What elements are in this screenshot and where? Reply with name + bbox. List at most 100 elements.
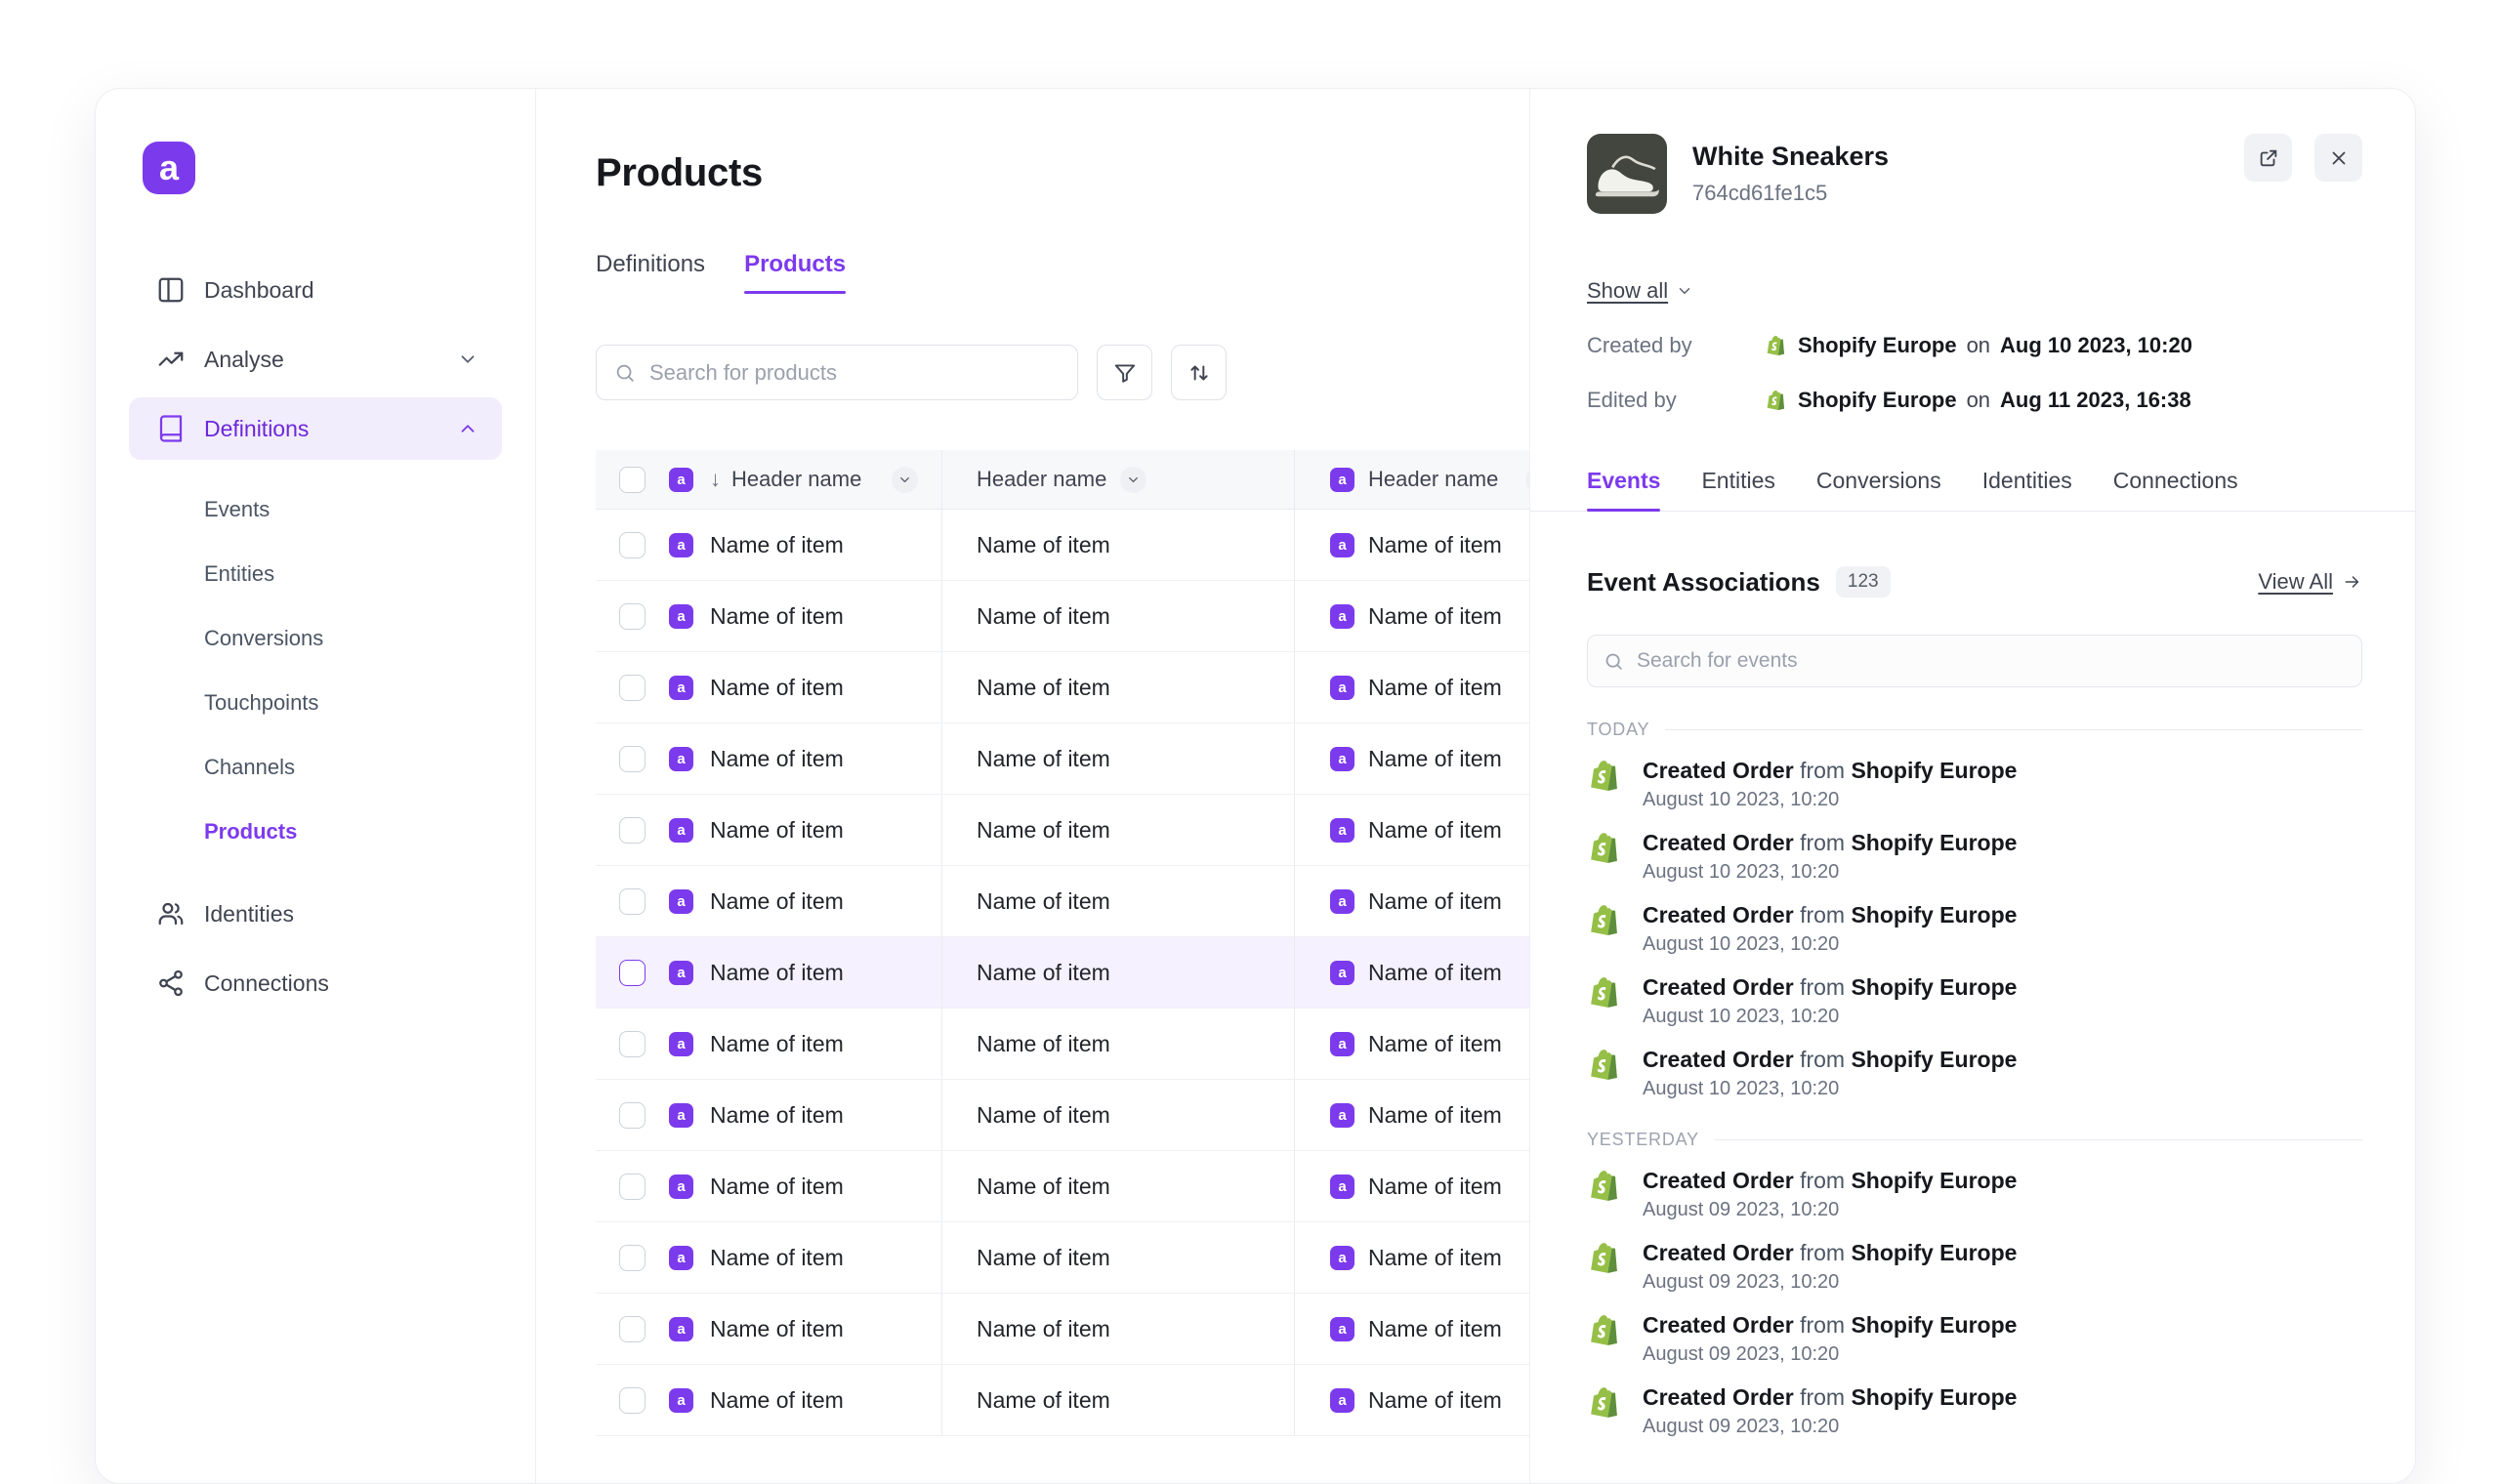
row-checkbox[interactable]: [619, 1316, 646, 1342]
products-search-input[interactable]: [649, 360, 1060, 386]
events-search: [1587, 635, 2362, 687]
cell-value: Name of item: [977, 1031, 1110, 1057]
cell-value: Name of item: [710, 532, 844, 558]
panel-tab[interactable]: Events: [1587, 468, 1660, 511]
sidebar-subitem[interactable]: Products: [129, 804, 502, 859]
show-all-toggle[interactable]: Show all: [1587, 278, 1693, 304]
shopify-icon: [1587, 1168, 1623, 1204]
sidebar-subitem[interactable]: Events: [129, 482, 502, 537]
table-row[interactable]: a Name of item Name of item a Name of it…: [596, 581, 1529, 652]
open-external-button[interactable]: [2244, 134, 2292, 182]
sidebar-item-dashboard[interactable]: Dashboard: [129, 259, 502, 321]
cell-value: Name of item: [710, 1316, 844, 1342]
event-source: Shopify Europe: [1851, 1168, 2017, 1193]
item-logo-icon: a: [669, 747, 693, 771]
table-row[interactable]: a Name of item Name of item a Name of it…: [596, 1080, 1529, 1151]
sidebar-subitem[interactable]: Conversions: [129, 611, 502, 666]
close-panel-button[interactable]: [2314, 134, 2362, 182]
table-row[interactable]: a Name of item Name of item a Name of it…: [596, 1294, 1529, 1365]
event-list-item[interactable]: Created Order from Shopify Europe August…: [1587, 1047, 2362, 1119]
sidebar-item-analyse[interactable]: Analyse: [129, 328, 502, 391]
cell-value: Name of item: [977, 1387, 1110, 1414]
row-checkbox[interactable]: [619, 1245, 646, 1271]
view-all-link[interactable]: View All: [2258, 569, 2362, 595]
panel-tab[interactable]: Conversions: [1816, 468, 1941, 511]
cell-value: Name of item: [1368, 817, 1502, 844]
sidebar-subitem[interactable]: Entities: [129, 547, 502, 601]
sidebar-item-definitions[interactable]: Definitions: [129, 397, 502, 460]
row-checkbox[interactable]: [619, 960, 646, 986]
row-checkbox[interactable]: [619, 675, 646, 701]
panel-tab[interactable]: Identities: [1982, 468, 2072, 511]
column-menu-button[interactable]: [892, 467, 918, 493]
event-source: Shopify Europe: [1851, 974, 2017, 1000]
event-list-item[interactable]: Created Order from Shopify Europe August…: [1587, 902, 2362, 974]
table-row[interactable]: a Name of item Name of item a Name of it…: [596, 866, 1529, 937]
panel-tab[interactable]: Connections: [2113, 468, 2238, 511]
sidebar-item-identities[interactable]: Identities: [129, 883, 502, 945]
row-checkbox[interactable]: [619, 1387, 646, 1414]
column-menu-button[interactable]: [1120, 467, 1146, 493]
row-checkbox[interactable]: [619, 817, 646, 844]
cell-value: Name of item: [1368, 888, 1502, 915]
row-checkbox[interactable]: [619, 746, 646, 772]
cell-value: Name of item: [710, 1102, 844, 1129]
sidebar-subitem-label: Touchpoints: [204, 690, 318, 716]
app-logo[interactable]: a: [143, 142, 195, 194]
sidebar-subitem[interactable]: Touchpoints: [129, 676, 502, 730]
created-by-source: Shopify Europe: [1798, 333, 1957, 358]
sidebar-subitem-label: Conversions: [204, 626, 323, 651]
event-title: Created Order: [1643, 758, 1794, 783]
table-row[interactable]: a Name of item Name of item a Name of it…: [596, 1151, 1529, 1222]
event-list-item[interactable]: Created Order from Shopify Europe August…: [1587, 1312, 2362, 1384]
sidebar-item-label: Definitions: [204, 416, 309, 442]
table-row[interactable]: a Name of item Name of item a Name of it…: [596, 937, 1529, 1009]
select-all-checkbox[interactable]: [619, 467, 646, 493]
row-checkbox[interactable]: [619, 1102, 646, 1129]
event-list-item[interactable]: Created Order from Shopify Europe August…: [1587, 1384, 2362, 1457]
item-logo-icon: a: [1330, 676, 1354, 700]
chevron-down-icon: [1126, 473, 1141, 487]
event-title: Created Order: [1643, 830, 1794, 855]
filter-button[interactable]: [1097, 345, 1152, 400]
event-list-item[interactable]: Created Order from Shopify Europe August…: [1587, 1168, 2362, 1240]
shopify-icon: [1587, 974, 1623, 1010]
events-search-input[interactable]: [1637, 649, 2346, 673]
sidebar-subitem[interactable]: Channels: [129, 740, 502, 795]
event-source: Shopify Europe: [1851, 830, 2017, 855]
cell-value: Name of item: [977, 746, 1110, 772]
table-row[interactable]: a Name of item Name of item a Name of it…: [596, 1365, 1529, 1436]
row-checkbox[interactable]: [619, 1031, 646, 1057]
cell-value: Name of item: [1368, 1387, 1502, 1414]
row-checkbox[interactable]: [619, 1174, 646, 1200]
cell-value: Name of item: [1368, 532, 1502, 558]
row-checkbox[interactable]: [619, 603, 646, 630]
sort-icon: [1187, 360, 1212, 386]
sort-button[interactable]: [1171, 345, 1227, 400]
sidebar-item-connections[interactable]: Connections: [129, 952, 502, 1014]
event-list-item[interactable]: Created Order from Shopify Europe August…: [1587, 830, 2362, 902]
item-logo-icon: a: [669, 468, 693, 492]
event-list-item[interactable]: Created Order from Shopify Europe August…: [1587, 974, 2362, 1047]
associations-header: Event Associations 123 View All: [1587, 566, 2362, 598]
row-checkbox[interactable]: [619, 888, 646, 915]
event-list-item[interactable]: Created Order from Shopify Europe August…: [1587, 1240, 2362, 1312]
tab-products[interactable]: Products: [744, 251, 846, 294]
table-row[interactable]: a Name of item Name of item a Name of it…: [596, 723, 1529, 795]
table-row[interactable]: a Name of item Name of item a Name of it…: [596, 652, 1529, 723]
table-row[interactable]: a Name of item Name of item a Name of it…: [596, 1222, 1529, 1294]
table-row[interactable]: a Name of item Name of item a Name of it…: [596, 510, 1529, 581]
cell-value: Name of item: [977, 1316, 1110, 1342]
external-link-icon: [2258, 147, 2279, 169]
panel-tab[interactable]: Entities: [1701, 468, 1774, 511]
dashboard-icon: [156, 275, 186, 305]
event-list-item[interactable]: Created Order from Shopify Europe August…: [1587, 758, 2362, 830]
item-logo-icon: a: [669, 1032, 693, 1056]
cell-value: Name of item: [710, 746, 844, 772]
row-checkbox[interactable]: [619, 532, 646, 558]
divider: [1665, 729, 2362, 730]
table-row[interactable]: a Name of item Name of item a Name of it…: [596, 1009, 1529, 1080]
table-row[interactable]: a Name of item Name of item a Name of it…: [596, 795, 1529, 866]
tab-definitions[interactable]: Definitions: [596, 251, 705, 294]
product-image: [1587, 134, 1667, 214]
